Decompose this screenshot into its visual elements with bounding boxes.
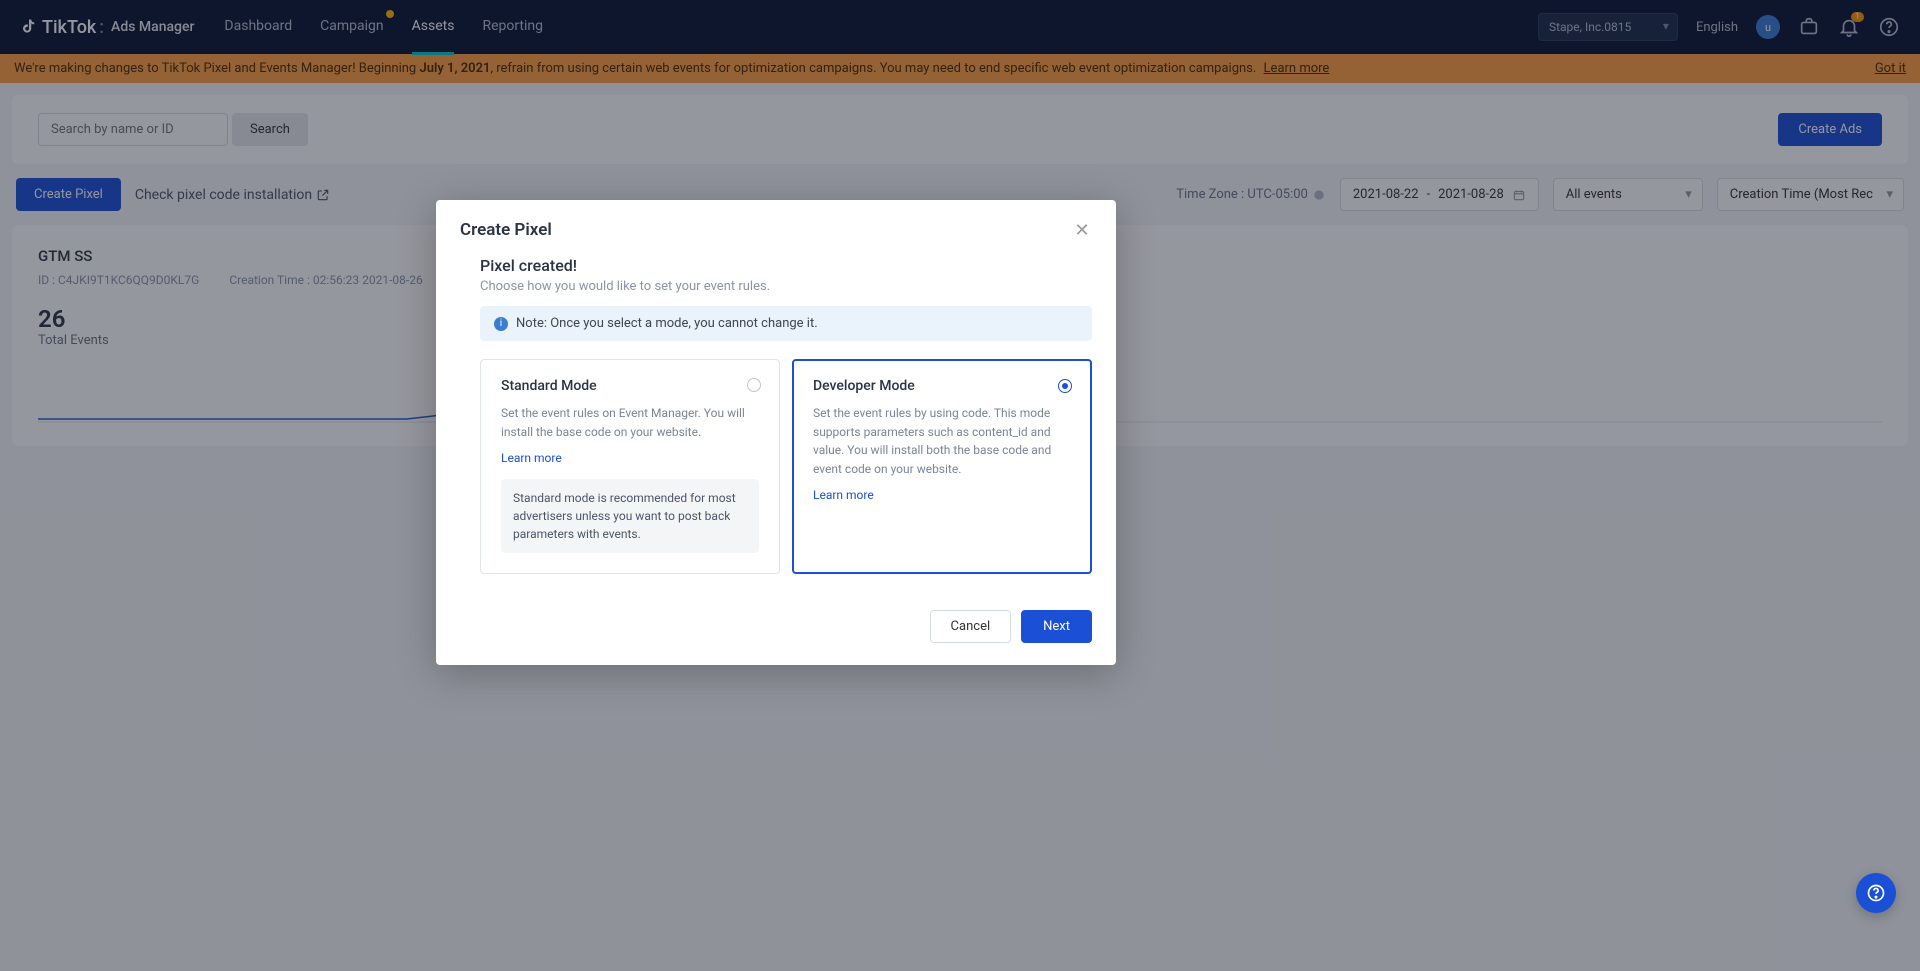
developer-mode-title: Developer Mode — [813, 378, 1071, 394]
create-pixel-modal: Create Pixel ✕ Pixel created! Choose how… — [436, 200, 1116, 665]
modal-header: Create Pixel ✕ — [436, 200, 1116, 256]
info-note-text: Note: Once you select a mode, you cannot… — [516, 316, 818, 331]
info-icon: i — [494, 317, 508, 331]
standard-learn-more-link[interactable]: Learn more — [501, 451, 759, 465]
close-icon[interactable]: ✕ — [1072, 220, 1092, 240]
standard-recommendation: Standard mode is recommended for most ad… — [501, 479, 759, 553]
modal-title: Create Pixel — [460, 220, 552, 240]
pixel-created-subtitle: Choose how you would like to set your ev… — [480, 279, 1092, 294]
standard-mode-card[interactable]: Standard Mode Set the event rules on Eve… — [480, 359, 780, 574]
mode-cards: Standard Mode Set the event rules on Eve… — [480, 359, 1092, 574]
standard-mode-title: Standard Mode — [501, 378, 759, 394]
developer-mode-card[interactable]: Developer Mode Set the event rules by us… — [792, 359, 1092, 574]
cancel-button[interactable]: Cancel — [930, 610, 1012, 643]
next-button[interactable]: Next — [1021, 610, 1092, 643]
help-circle-icon — [1866, 883, 1886, 903]
help-fab[interactable] — [1856, 873, 1896, 913]
developer-mode-desc: Set the event rules by using code. This … — [813, 404, 1071, 478]
radio-icon — [1058, 379, 1072, 393]
modal-body: Pixel created! Choose how you would like… — [436, 256, 1116, 574]
radio-icon — [747, 378, 761, 392]
developer-learn-more-link[interactable]: Learn more — [813, 488, 1071, 502]
info-note: i Note: Once you select a mode, you cann… — [480, 306, 1092, 341]
pixel-created-title: Pixel created! — [480, 256, 1092, 275]
standard-mode-desc: Set the event rules on Event Manager. Yo… — [501, 404, 759, 441]
modal-footer: Cancel Next — [436, 592, 1116, 665]
